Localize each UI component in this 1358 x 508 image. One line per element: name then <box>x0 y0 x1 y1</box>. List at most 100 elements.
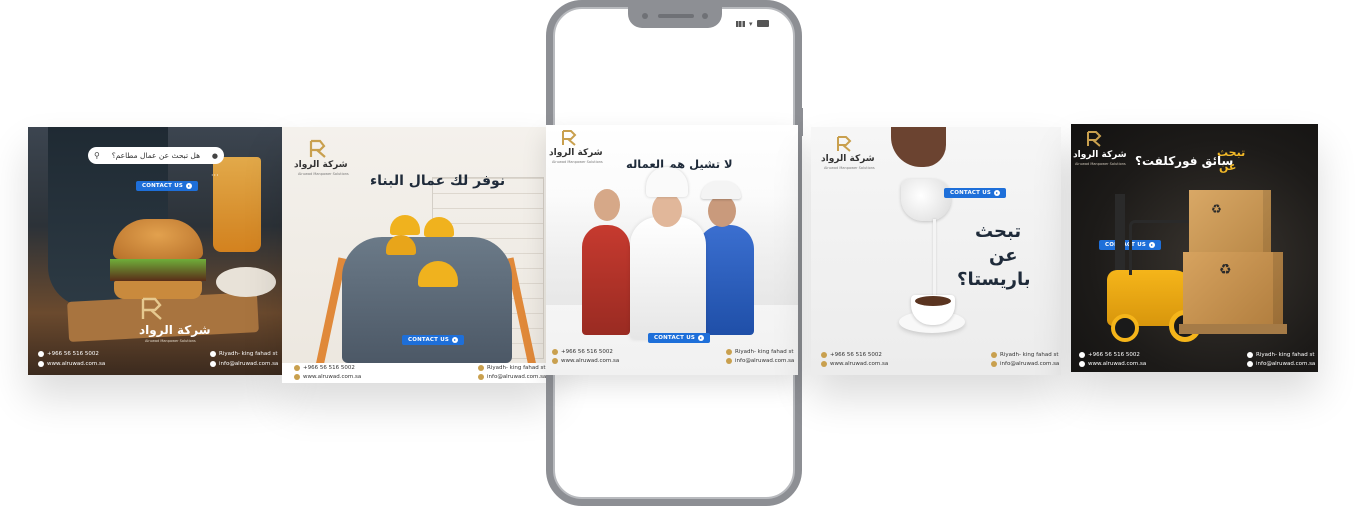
brand-tagline: Alruwad Manpower Solutions <box>552 160 603 164</box>
worker-right <box>698 225 754 335</box>
location-icon <box>991 352 997 358</box>
location-icon <box>1247 352 1253 358</box>
contact-us-button[interactable]: CONTACT US <box>402 335 465 345</box>
globe-icon <box>552 358 558 364</box>
brand-tagline: Alruwad Manpower Solutions <box>1075 162 1126 166</box>
milk-pitcher <box>901 179 951 221</box>
address-line: Riyadh- king fahad st <box>210 351 278 357</box>
globe-icon <box>38 361 44 367</box>
post-card-construction[interactable]: شركة الرواد Alruwad Manpower Solutions ن… <box>282 127 552 383</box>
email-line[interactable]: info@alruwad.com.sa <box>1247 361 1315 367</box>
mail-icon <box>1247 361 1253 367</box>
brand-logo-icon <box>1085 130 1105 148</box>
recycle-icon: ♻ <box>1211 202 1222 216</box>
phone-line: +966 56 516 5002 <box>1079 352 1140 358</box>
worker-left-head <box>594 189 620 221</box>
brand-tagline: Alruwad Manpower Solutions <box>824 166 875 170</box>
mic-icon: ● <box>211 151 218 160</box>
recycle-icon: ♻ <box>1219 262 1232 278</box>
address-line: Riyadh- king fahad st <box>1247 352 1315 358</box>
burger-bun-top <box>113 219 203 259</box>
website-line[interactable]: www.alruwad.com.sa <box>38 361 105 367</box>
worker-left <box>582 225 630 335</box>
email-line[interactable]: info@alruwad.com.sa <box>726 358 794 364</box>
search-bar[interactable]: ⚲ هل تبحث عن عمال مطاعم؟ ● <box>88 147 224 164</box>
box-bottom <box>1183 252 1283 324</box>
brand-name: شركة الرواد <box>139 323 211 337</box>
phone-icon <box>38 351 44 357</box>
worker-right-head <box>708 195 736 227</box>
mail-icon <box>726 358 732 364</box>
speaker-grille <box>658 14 694 18</box>
phone-line: +966 56 516 5002 <box>294 365 355 371</box>
website-line[interactable]: www.alruwad.com.sa <box>821 361 888 367</box>
search-placeholder: هل تبحث عن عمال مطاعم؟ <box>111 151 201 160</box>
headline-line3: سائق فوركلفت؟ <box>1135 154 1234 168</box>
brand-logo-icon <box>560 129 580 147</box>
signal-icon <box>736 20 745 27</box>
phone-icon <box>821 352 827 358</box>
headline: لا تشيل هم العماله <box>626 157 733 171</box>
phone-icon <box>294 365 300 371</box>
website-line[interactable]: www.alruwad.com.sa <box>294 374 361 380</box>
address-line: Riyadh- king fahad st <box>726 349 794 355</box>
brand-name: شركة الرواد <box>294 160 348 170</box>
address-line: Riyadh- king fahad st <box>478 365 546 371</box>
milk-stream <box>933 219 936 303</box>
arrow-icon <box>186 183 193 189</box>
brand-name: شركة الرواد <box>1073 150 1127 160</box>
contact-us-button[interactable]: CONTACT US <box>136 181 199 191</box>
brand-name: شركة الرواد <box>821 154 875 164</box>
post-card-forklift[interactable]: شركة الرواد Alruwad Manpower Solutions ت… <box>1071 124 1318 372</box>
globe-icon <box>294 374 300 380</box>
email-line[interactable]: info@alruwad.com.sa <box>991 361 1059 367</box>
website-line[interactable]: www.alruwad.com.sa <box>552 358 619 364</box>
globe-icon <box>821 361 827 367</box>
brand-logo-icon <box>308 139 330 159</box>
phone-icon <box>552 349 558 355</box>
location-icon <box>478 365 484 371</box>
phone-line: +966 56 516 5002 <box>821 352 882 358</box>
arrow-icon <box>698 335 705 341</box>
headline-line1: تبحث <box>975 221 1022 242</box>
forklift-wheel-rear <box>1111 314 1139 342</box>
juice-glass <box>213 157 261 252</box>
pallet <box>1179 324 1287 334</box>
phone-side-button <box>800 108 803 136</box>
fries-plate <box>216 267 276 297</box>
post-card-workers[interactable]: شركة الرواد Alruwad Manpower Solutions ل… <box>546 125 798 375</box>
brand-tagline: Alruwad Manpower Solutions <box>145 339 196 343</box>
brand-tagline: Alruwad Manpower Solutions <box>298 172 349 176</box>
phone-icon <box>1079 352 1085 358</box>
post-card-restaurant[interactable]: ⚲ هل تبحث عن عمال مطاعم؟ ● ··· CONTACT U… <box>28 127 282 375</box>
brand-name: شركة الرواد <box>549 148 603 158</box>
address-line: Riyadh- king fahad st <box>991 352 1059 358</box>
post-card-barista[interactable]: شركة الرواد Alruwad Manpower Solutions C… <box>811 127 1061 375</box>
coffee-surface <box>915 296 951 306</box>
battery-icon <box>756 20 769 27</box>
location-icon <box>210 351 216 357</box>
pouring-hand <box>891 127 946 167</box>
mail-icon <box>478 374 484 380</box>
contact-us-button[interactable]: CONTACT US <box>648 333 711 343</box>
arrow-icon <box>994 190 1001 196</box>
worker-right-hardhat <box>701 181 741 199</box>
location-icon <box>726 349 732 355</box>
email-line[interactable]: info@alruwad.com.sa <box>210 361 278 367</box>
status-icons: ▾ <box>736 20 769 27</box>
chef-head <box>652 193 682 227</box>
brand-logo-icon <box>835 135 855 153</box>
wifi-icon: ▾ <box>749 19 753 28</box>
phone-notch <box>628 6 722 28</box>
email-line[interactable]: info@alruwad.com.sa <box>478 374 546 380</box>
phone-line: +966 56 516 5002 <box>38 351 99 357</box>
phone-line: +966 56 516 5002 <box>552 349 613 355</box>
front-sensor <box>702 13 708 19</box>
brand-logo-icon <box>140 297 166 321</box>
mail-icon <box>991 361 997 367</box>
headline-line3: باريستا؟ <box>957 269 1031 290</box>
contact-us-button[interactable]: CONTACT US <box>944 188 1007 198</box>
arrow-icon <box>452 337 459 343</box>
headline: نوفر لك عمال البناء <box>370 173 506 189</box>
website-line[interactable]: www.alruwad.com.sa <box>1079 361 1146 367</box>
